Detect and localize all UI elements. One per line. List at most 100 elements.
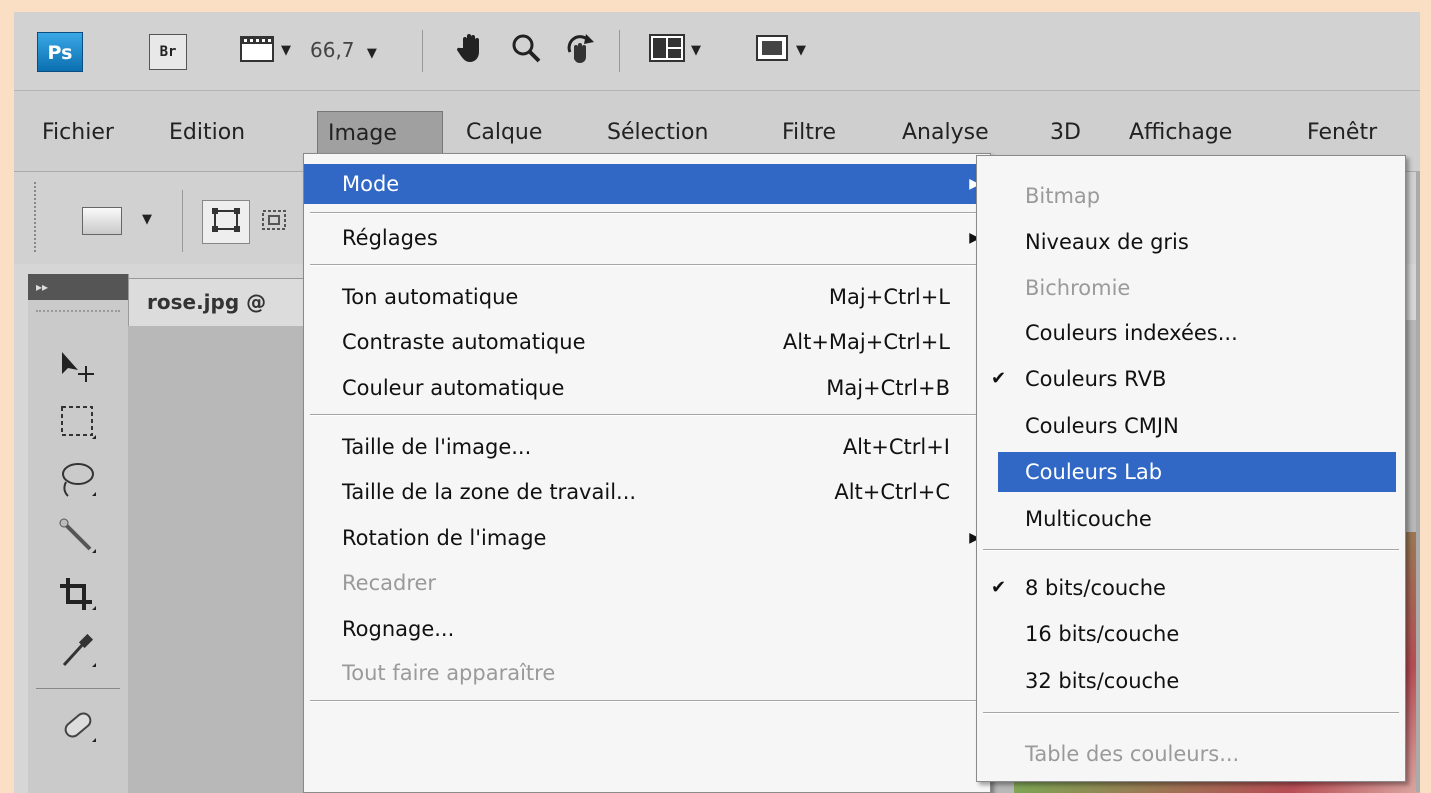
eyedropper-tool-icon (56, 631, 100, 675)
menu-item-taille-zone-travail[interactable]: Taille de la zone de travail... Alt+Ctrl… (304, 472, 990, 512)
tools-panel-header[interactable]: ▸▸ (28, 274, 128, 300)
zoom-level-value: 66,7 (310, 38, 355, 62)
tool-preset-picker[interactable] (82, 207, 122, 235)
menu-separator (310, 700, 984, 702)
submenu-item-bichromie[interactable]: Bichromie (977, 268, 1405, 308)
submenu-item-16-bits[interactable]: 16 bits/couche (977, 614, 1405, 654)
mode-submenu-dropdown: Bitmap Niveaux de gris Bichromie Couleur… (976, 155, 1406, 782)
submenu-item-couleurs-lab[interactable]: Couleurs Lab (998, 452, 1396, 492)
photoshop-logo: Ps (37, 32, 83, 72)
marquee-tool-button[interactable] (48, 399, 108, 451)
submenu-item-couleurs-cmjn[interactable]: Couleurs CMJN (977, 406, 1405, 446)
magic-wand-tool-button[interactable] (48, 513, 108, 565)
menu-item-label: Rognage... (342, 617, 455, 641)
menu-separator (310, 414, 984, 416)
menu-calque[interactable]: Calque (456, 111, 552, 155)
menu-edition[interactable]: Edition (159, 111, 255, 155)
menu-item-tout-faire-apparaitre[interactable]: Tout faire apparaître (304, 653, 990, 693)
screen-mode-button[interactable]: ▼ (754, 30, 806, 70)
menu-3d[interactable]: 3D (1040, 111, 1091, 155)
menu-item-reglages[interactable]: Réglages ▶ (304, 218, 990, 258)
menu-affichage[interactable]: Affichage (1119, 111, 1242, 155)
menu-item-contraste-automatique[interactable]: Contraste automatique Alt+Maj+Ctrl+L (304, 322, 990, 362)
menu-item-shortcut: Maj+Ctrl+B (826, 376, 950, 400)
magic-wand-tool-icon (56, 517, 100, 561)
options-bar-grip[interactable] (34, 182, 42, 252)
submenu-item-32-bits[interactable]: 32 bits/couche (977, 661, 1405, 701)
new-selection-button[interactable] (202, 200, 250, 244)
move-tool-button[interactable] (48, 342, 108, 394)
menu-item-label: Ton automatique (342, 285, 519, 309)
submenu-item-8-bits[interactable]: ✔ 8 bits/couche (977, 568, 1405, 608)
hand-tool-button[interactable] (454, 30, 488, 70)
tools-panel: ▸▸ (28, 274, 129, 793)
menu-fichier[interactable]: Fichier (32, 111, 124, 155)
menu-item-label: Niveaux de gris (1025, 230, 1189, 254)
tools-panel-grip[interactable] (36, 310, 120, 316)
extras-button[interactable]: ▼ (239, 30, 291, 70)
menu-item-label: 16 bits/couche (1025, 622, 1180, 646)
hand-icon (454, 31, 488, 69)
lasso-tool-button[interactable] (48, 456, 108, 508)
menu-item-couleur-automatique[interactable]: Couleur automatique Maj+Ctrl+B (304, 368, 990, 408)
menu-item-recadrer[interactable]: Recadrer (304, 563, 990, 603)
submenu-item-multicouche[interactable]: Multicouche (977, 499, 1405, 539)
menu-fenetre[interactable]: Fenêtr (1297, 111, 1387, 155)
menu-analyse[interactable]: Analyse (892, 111, 999, 155)
add-to-selection-button[interactable] (252, 200, 296, 244)
chevron-down-icon: ▼ (366, 46, 377, 61)
eyedropper-tool-button[interactable] (48, 627, 108, 679)
menu-item-label: Couleurs CMJN (1025, 414, 1179, 438)
menu-item-label: Mode (342, 172, 400, 196)
menu-item-label: 8 bits/couche (1025, 576, 1166, 600)
menu-item-label: Taille de la zone de travail... (342, 480, 637, 504)
move-tool-icon (56, 348, 100, 388)
panel-edge (1416, 172, 1420, 792)
menu-item-label: Recadrer (342, 571, 437, 595)
checkmark-icon: ✔ (991, 368, 1007, 389)
chevron-down-icon: ▼ (796, 42, 806, 58)
menu-item-label: Table des couleurs... (1025, 742, 1240, 766)
zoom-icon (509, 31, 543, 69)
healing-brush-tool-button[interactable] (48, 702, 108, 754)
crop-tool-button[interactable] (48, 570, 108, 622)
menu-filtre[interactable]: Filtre (772, 111, 846, 155)
screen-mode-icon (754, 33, 790, 67)
menu-item-label: Couleurs RVB (1025, 367, 1167, 391)
chevron-down-icon[interactable]: ▼ (142, 212, 152, 227)
menu-item-rognage[interactable]: Rognage... (304, 609, 990, 649)
healing-brush-tool-icon (56, 706, 100, 750)
submenu-item-couleurs-rvb[interactable]: ✔ Couleurs RVB (977, 359, 1405, 399)
menu-selection[interactable]: Sélection (597, 111, 718, 155)
menu-item-shortcut: Maj+Ctrl+L (828, 285, 950, 309)
submenu-item-niveaux-de-gris[interactable]: Niveaux de gris (977, 222, 1405, 262)
menu-item-label: Tout faire apparaître (342, 661, 556, 685)
menu-item-taille-image[interactable]: Taille de l'image... Alt+Ctrl+I (304, 427, 990, 467)
menu-item-label: Rotation de l'image (342, 526, 547, 550)
submenu-item-couleurs-indexees[interactable]: Couleurs indexées... (977, 313, 1405, 353)
rotate-view-icon (562, 30, 598, 70)
menu-item-label: Contraste automatique (342, 330, 586, 354)
submenu-item-bitmap[interactable]: Bitmap (977, 176, 1405, 216)
menu-item-label: 32 bits/couche (1025, 669, 1180, 693)
menu-item-shortcut: Alt+Maj+Ctrl+L (782, 330, 950, 354)
submenu-item-table-des-couleurs[interactable]: Table des couleurs... (977, 734, 1405, 774)
zoom-level-field[interactable]: 66,7 ▼ (310, 38, 377, 62)
menu-separator (310, 264, 984, 266)
menu-separator (983, 712, 1399, 714)
menu-item-shortcut: Alt+Ctrl+C (834, 480, 950, 504)
rotate-view-button[interactable] (562, 30, 598, 70)
zoom-tool-button[interactable] (509, 30, 543, 70)
menu-item-label: Couleurs Lab (1025, 460, 1163, 484)
arrange-documents-icon (649, 34, 685, 66)
new-selection-icon (211, 207, 241, 237)
tools-divider (36, 688, 120, 689)
menu-item-label: Bitmap (1025, 184, 1101, 208)
menu-separator (983, 549, 1399, 551)
arrange-documents-button[interactable]: ▼ (649, 30, 701, 70)
menu-item-ton-automatique[interactable]: Ton automatique Maj+Ctrl+L (304, 277, 990, 317)
film-strip-icon (239, 33, 275, 67)
bridge-button[interactable]: Br (149, 34, 187, 70)
menu-item-rotation-image[interactable]: Rotation de l'image ▶ (304, 518, 990, 558)
menu-item-mode[interactable]: Mode ▶ (304, 164, 990, 204)
